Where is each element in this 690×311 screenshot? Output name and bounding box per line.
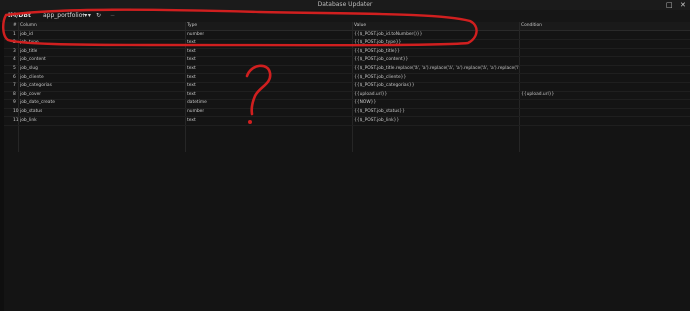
row-index: 11: [13, 117, 19, 123]
row-index: 8: [13, 91, 16, 97]
toolbar: IM/DBt app_portfolio ▾ + ▾ ↻ −: [0, 10, 690, 22]
column-value[interactable]: {{upload.url}}: [354, 91, 387, 99]
row-index: 1: [13, 31, 16, 37]
column-name[interactable]: job_content: [20, 56, 46, 64]
row-index: 5: [13, 65, 16, 71]
column-type[interactable]: text: [187, 39, 196, 47]
column-value[interactable]: {{$_POST.job_cliente}}: [354, 74, 406, 82]
column-type[interactable]: text: [187, 56, 196, 64]
column-type[interactable]: text: [187, 65, 196, 73]
column-name[interactable]: job_cover: [20, 91, 41, 99]
column-type[interactable]: text: [187, 48, 196, 56]
header-value: Value: [354, 23, 367, 28]
column-name[interactable]: job_slug: [20, 65, 38, 73]
row-index: 7: [13, 83, 16, 89]
column-condition[interactable]: {{upload.url}}: [521, 91, 554, 99]
row-index: 9: [13, 100, 16, 106]
row-index: 3: [13, 48, 16, 54]
column-name[interactable]: job_id: [20, 31, 33, 39]
column-value[interactable]: {{$_POST.job_categorias}}: [354, 82, 415, 90]
window-title: Database Updater: [317, 1, 373, 8]
header-index: #: [13, 23, 17, 28]
row-index: 4: [13, 57, 16, 63]
column-value[interactable]: {{NOW}}: [354, 99, 376, 107]
row-index: 10: [13, 108, 19, 114]
column-name[interactable]: job_categorias: [20, 82, 52, 90]
column-type[interactable]: number: [187, 108, 204, 116]
table-row[interactable]: 11 job_link text {{$_POST.job_link}}: [4, 117, 690, 127]
column-type[interactable]: datetime: [187, 99, 207, 107]
header-condition: Condition: [521, 23, 542, 28]
root-label: IM/DBt: [8, 12, 31, 19]
header-column: Column: [20, 23, 37, 28]
column-name[interactable]: job_type: [20, 39, 39, 47]
column-name[interactable]: job_cliente: [20, 74, 44, 82]
column-name[interactable]: job_link: [20, 117, 37, 125]
row-index: 6: [13, 74, 16, 80]
close-button[interactable]: ✕: [680, 0, 686, 10]
column-value[interactable]: {{$_POST.job_link}}: [354, 117, 399, 125]
column-type[interactable]: number: [187, 31, 204, 39]
column-name[interactable]: job_date_create: [20, 99, 55, 107]
column-type[interactable]: text: [187, 82, 196, 90]
columns-grid: # Column Type Value Condition 1 job_id num…: [4, 22, 690, 311]
column-value[interactable]: {{$_POST.job_id.toNumber()}}: [354, 31, 422, 39]
maximize-button[interactable]: □: [666, 0, 673, 10]
refresh-icon[interactable]: ↻: [96, 12, 101, 20]
remove-button[interactable]: −: [110, 12, 115, 20]
window-titlebar: Database Updater □ ✕: [0, 0, 690, 10]
column-type[interactable]: text: [187, 74, 196, 82]
column-name[interactable]: job_title: [20, 48, 37, 56]
column-type[interactable]: text: [187, 117, 196, 125]
column-type[interactable]: text: [187, 91, 196, 99]
column-name[interactable]: job_status: [20, 108, 42, 116]
column-value[interactable]: {{$_POST.job_content}}: [354, 56, 408, 64]
column-value[interactable]: {{$_POST.job_title}}: [354, 48, 400, 56]
header-type: Type: [187, 23, 198, 28]
column-value[interactable]: {{$_POST.job_status}}: [354, 108, 405, 116]
column-value[interactable]: {{$_POST.job_title.replace('ã', 'a').rep…: [354, 65, 519, 73]
row-index: 2: [13, 40, 16, 46]
column-value[interactable]: {{$_POST.job_type}}: [354, 39, 401, 47]
add-button[interactable]: + ▾: [81, 12, 91, 20]
